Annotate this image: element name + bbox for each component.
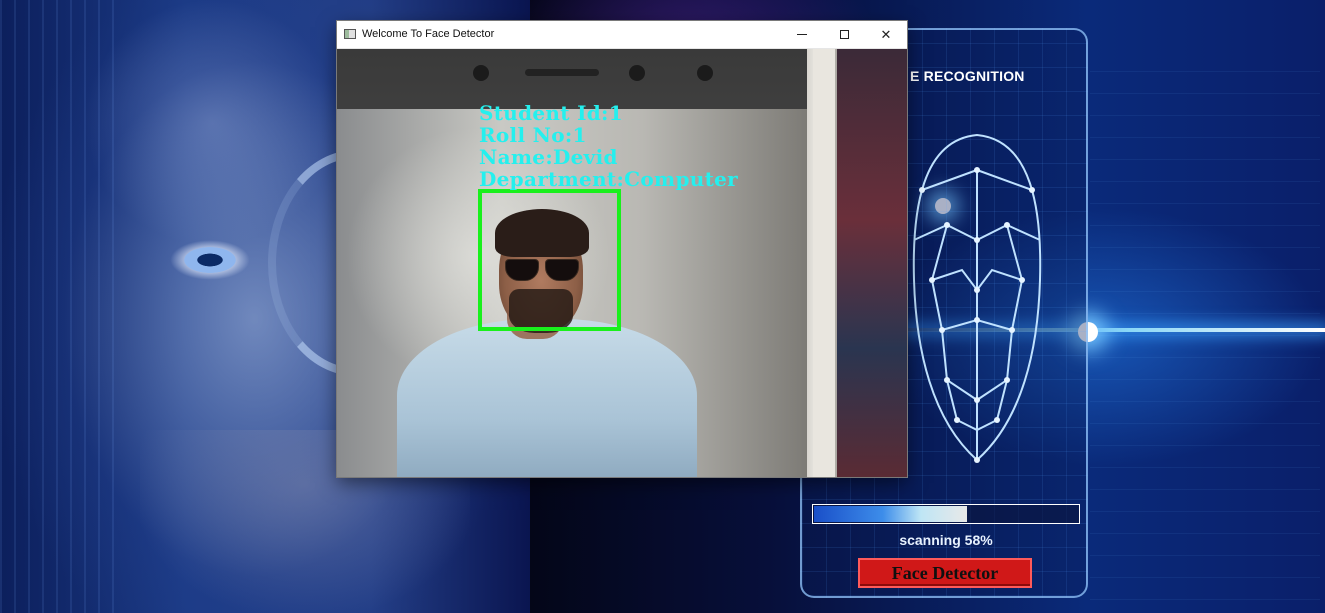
face-detector-window[interactable]: Welcome To Face Detector ✕ Student Id:1 …	[337, 21, 907, 477]
phone-sensor-dot-2	[697, 65, 713, 81]
phone-speaker	[525, 69, 599, 76]
scan-progress-bar	[812, 504, 1080, 524]
name-label: Name:Devid	[479, 145, 618, 169]
phone-camera-dot	[473, 65, 489, 81]
phone-sensor-dot	[629, 65, 645, 81]
hud-grid-lines	[0, 0, 120, 613]
face-mesh-graphic	[912, 133, 1042, 463]
student-id-label: Student Id:1	[479, 101, 623, 125]
title-bar[interactable]: Welcome To Face Detector ✕	[337, 21, 907, 49]
window-title: Welcome To Face Detector	[362, 28, 495, 40]
close-icon: ✕	[880, 26, 892, 42]
maximize-icon	[839, 30, 849, 39]
scanner-title: E RECOGNITION	[910, 68, 1025, 84]
window-app-icon	[344, 29, 356, 39]
camera-feed: Student Id:1 Roll No:1 Name:Devid Depart…	[337, 49, 907, 477]
face-detector-button[interactable]: Face Detector	[858, 558, 1032, 588]
maximize-button[interactable]	[823, 21, 865, 48]
background-face-eye	[170, 240, 250, 280]
close-button[interactable]: ✕	[865, 21, 907, 48]
feed-background-right	[835, 49, 907, 477]
face-detection-box	[478, 189, 621, 331]
scan-status-text: scanning 58%	[899, 532, 993, 548]
scan-progress-fill	[814, 506, 968, 522]
minimize-icon	[797, 34, 807, 35]
department-label: Department:Computer	[479, 167, 738, 191]
roll-no-label: Roll No:1	[479, 123, 587, 147]
minimize-button[interactable]	[781, 21, 823, 48]
